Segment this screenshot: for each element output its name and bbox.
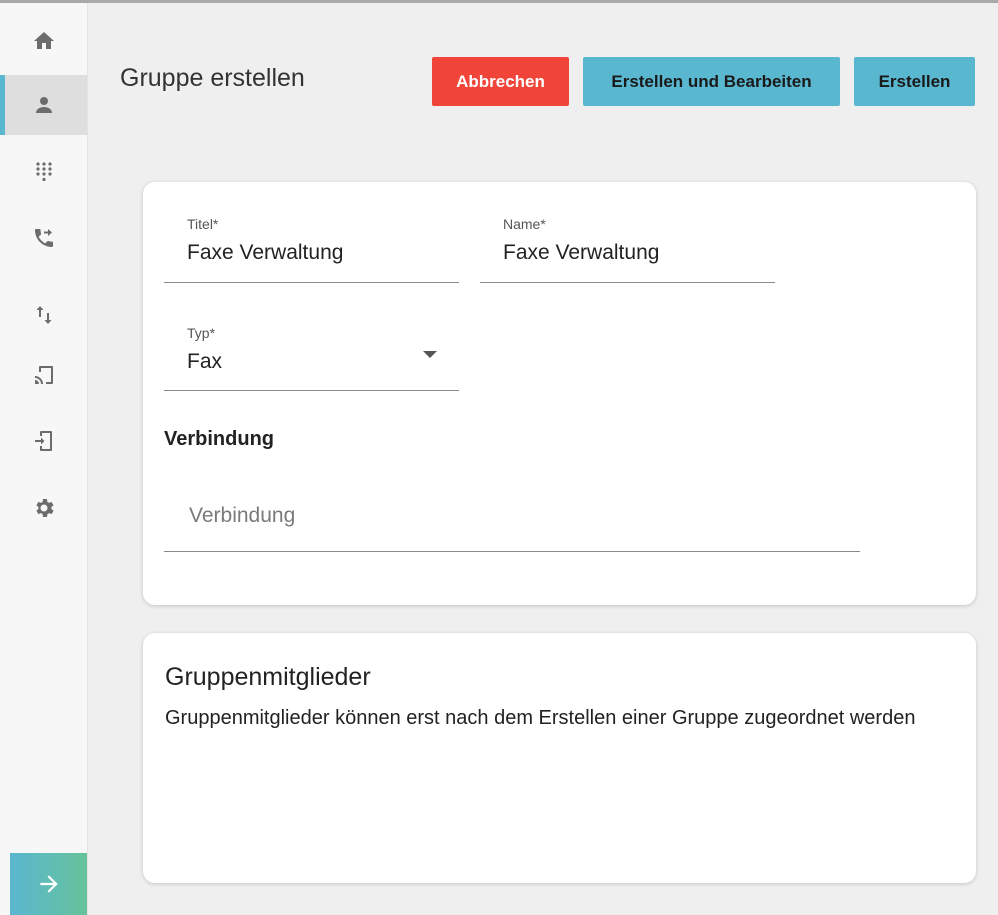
- connection-heading: Verbindung: [164, 428, 274, 450]
- transfer-arrows-icon: [36, 306, 51, 324]
- gear-icon: [35, 499, 54, 517]
- arrow-right-icon: [39, 875, 58, 893]
- cast-icon: [34, 366, 53, 384]
- sidebar-item-users[interactable]: [0, 75, 87, 135]
- type-select[interactable]: Typ* Fax: [164, 323, 459, 391]
- sidebar-item-device-login[interactable]: [0, 411, 87, 471]
- chevron-down-icon[interactable]: [423, 351, 437, 358]
- sidebar-item-cast[interactable]: [0, 345, 87, 405]
- sidebar-item-dialpad[interactable]: [0, 142, 87, 202]
- sidebar-item-call-forwarding[interactable]: [0, 208, 87, 268]
- create-button[interactable]: Erstellen: [854, 57, 975, 106]
- create-and-edit-button[interactable]: Erstellen und Bearbeiten: [583, 57, 840, 106]
- connection-field[interactable]: [164, 480, 860, 552]
- sidebar-item-home[interactable]: [0, 11, 87, 71]
- device-login-icon: [34, 431, 52, 451]
- expand-sidebar-button[interactable]: [10, 853, 87, 915]
- person-icon: [35, 97, 52, 113]
- sidebar-item-settings[interactable]: [0, 478, 87, 538]
- name-field-label: Name*: [503, 216, 546, 232]
- sidebar-item-transfer[interactable]: [0, 285, 87, 345]
- title-field[interactable]: Titel* Faxe Verwaltung: [164, 214, 459, 283]
- connection-input[interactable]: [187, 500, 831, 532]
- title-field-label: Titel*: [187, 216, 219, 232]
- members-info-text: Gruppenmitglieder können erst nach dem E…: [165, 707, 916, 729]
- dialpad-icon: [35, 162, 52, 182]
- type-select-value[interactable]: Fax: [187, 350, 222, 374]
- cancel-button[interactable]: Abbrechen: [432, 57, 569, 106]
- title-field-value[interactable]: Faxe Verwaltung: [187, 241, 343, 265]
- group-members-card: Gruppenmitglieder Gruppenmitglieder könn…: [143, 633, 976, 883]
- name-field[interactable]: Name* Faxe Verwaltung: [480, 214, 775, 283]
- members-title: Gruppenmitglieder: [165, 663, 371, 691]
- name-field-value[interactable]: Faxe Verwaltung: [503, 241, 659, 265]
- group-form-card: Titel* Faxe Verwaltung Name* Faxe Verwal…: [143, 182, 976, 605]
- call-forward-icon: [34, 229, 53, 247]
- sidebar: [0, 3, 88, 915]
- type-select-label: Typ*: [187, 325, 216, 341]
- top-border: [0, 0, 998, 3]
- page-title: Gruppe erstellen: [120, 64, 305, 92]
- home-icon: [33, 32, 54, 49]
